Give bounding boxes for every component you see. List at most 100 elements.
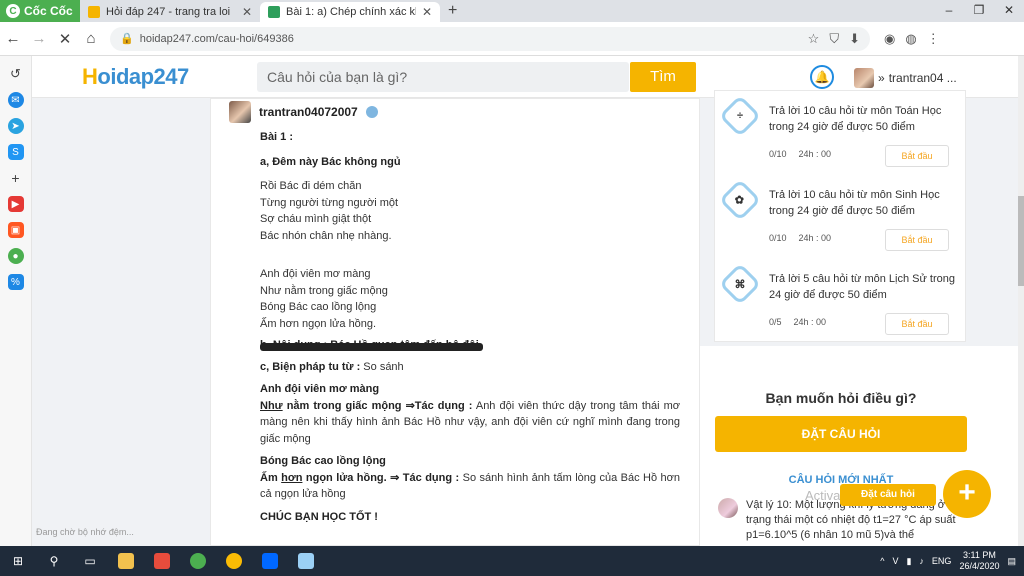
answer-content: Bài 1 : a, Đêm này Bác không ngủ Rồi Bác… xyxy=(260,129,680,525)
notification-bell-icon[interactable]: 🔔 xyxy=(810,65,834,89)
tab-bar: C Cốc Cốc Hỏi đáp 247 - trang tra loi ✕ … xyxy=(0,0,1024,22)
challenge-item: ÷ Trả lời 10 câu hỏi từ môn Toán Học tro… xyxy=(715,94,965,179)
challenge-time: 24h : 00 xyxy=(798,149,832,159)
scrollbar-thumb[interactable] xyxy=(1018,196,1024,286)
close-tab-icon[interactable]: ✕ xyxy=(242,5,252,19)
notification-center-icon[interactable]: ▤ xyxy=(1007,556,1016,567)
ask-question-button[interactable]: ĐẶT CÂU HỎI xyxy=(715,416,967,452)
challenge-time: 24h : 00 xyxy=(798,233,832,243)
add-icon[interactable]: + xyxy=(8,170,24,186)
add-question-fab[interactable]: + xyxy=(943,470,991,518)
answer-line: Bóng Bác cao lồng lộng xyxy=(260,455,386,467)
answer-line: Ấm xyxy=(260,471,282,484)
messenger-icon[interactable]: ✉ xyxy=(7,92,24,108)
address-bar: ← → ✕ ⌂ 🔒 hoidap247.com/cau-hoi/649386 ☆… xyxy=(0,22,1024,56)
status-text: Đang chờ bộ nhớ đệm... xyxy=(36,527,134,537)
extension-icon[interactable]: ◉ xyxy=(884,31,895,47)
volume-icon[interactable]: ♪ xyxy=(919,556,924,566)
answer-line: c, Biện pháp tu từ : xyxy=(260,360,361,373)
close-tab-icon[interactable]: ✕ xyxy=(422,5,432,19)
bookmark-favicon-icon xyxy=(268,6,280,18)
answer-line: Anh đội viên mơ màng xyxy=(260,383,380,395)
biology-icon: ✿ xyxy=(718,178,762,222)
windows-start-icon[interactable]: ⊞ xyxy=(0,546,36,576)
search-input[interactable]: Câu hỏi của bạn là gì? xyxy=(257,62,629,92)
avatar[interactable] xyxy=(229,101,251,123)
math-icon: ÷ xyxy=(718,94,762,138)
shopping-icon[interactable]: ▣ xyxy=(7,222,24,238)
restore-icon[interactable]: ❐ xyxy=(964,0,994,22)
app-icon[interactable] xyxy=(144,546,180,576)
start-button[interactable]: Bắt đầu xyxy=(885,229,949,251)
sale-icon[interactable]: % xyxy=(7,274,24,290)
poem-line: Ấm hơn ngọn lửa hồng. xyxy=(260,317,377,330)
poem-line: Bóng Bác cao lồng lộng xyxy=(260,301,377,313)
forward-icon[interactable]: → xyxy=(26,30,52,47)
telegram-icon[interactable]: ➤ xyxy=(7,118,24,134)
new-tab-icon[interactable]: + xyxy=(440,2,465,22)
game-icon[interactable]: ● xyxy=(7,248,24,264)
struck-line: b, Nội dung : Bác Hồ quan tâm đến bộ đội xyxy=(260,339,479,351)
poem-line: Từng người từng người một xyxy=(260,196,399,209)
history-subject-icon: ⌘ xyxy=(718,262,762,306)
download-icon[interactable]: ⬇ xyxy=(849,31,860,47)
stop-icon[interactable]: ✕ xyxy=(52,30,78,48)
coccoc-app-icon[interactable] xyxy=(180,546,216,576)
browser-sidebar: ↺ ✉ ➤ S + ▶ ▣ ● % xyxy=(0,56,32,546)
challenge-time: 24h : 00 xyxy=(793,317,827,327)
minimize-icon[interactable]: – xyxy=(934,0,964,22)
poem-line: Như nằm trong giấc mộng xyxy=(260,284,388,297)
avatar xyxy=(718,498,738,518)
url-text: hoidap247.com/cau-hoi/649386 xyxy=(139,32,294,45)
site-logo[interactable]: Hoidap247 xyxy=(82,64,189,90)
answer-line: So sánh xyxy=(360,360,404,373)
ask-heading: Bạn muốn hỏi điều gì? xyxy=(765,390,917,406)
chrome-icon[interactable] xyxy=(216,546,252,576)
tab-hoidap[interactable]: Hỏi đáp 247 - trang tra loi ✕ xyxy=(80,2,260,22)
task-view-icon[interactable]: ▭ xyxy=(72,546,108,576)
home-icon[interactable]: ⌂ xyxy=(78,30,104,47)
start-button[interactable]: Bắt đầu xyxy=(885,145,949,167)
chevron-up-icon[interactable]: ^ xyxy=(880,556,884,566)
zalo-icon[interactable] xyxy=(252,546,288,576)
browser-brand[interactable]: C Cốc Cốc xyxy=(0,0,80,22)
system-tray: ^ V ▮ ♪ ENG 3:11 PM 26/4/2020 ▤ xyxy=(880,550,1024,572)
history-icon[interactable]: ↺ xyxy=(8,66,24,82)
url-field[interactable]: 🔒 hoidap247.com/cau-hoi/649386 ☆ ⛉ ⬇ xyxy=(110,26,870,51)
fab-tooltip: Đặt câu hỏi xyxy=(840,484,936,506)
start-button[interactable]: Bắt đầu xyxy=(885,313,949,335)
youtube-icon[interactable]: ▶ xyxy=(7,196,24,212)
file-explorer-icon[interactable] xyxy=(108,546,144,576)
search-icon[interactable]: ⚲ xyxy=(36,546,72,576)
tab-active[interactable]: Bài 1: a) Chép chính xác khổ t ✕ xyxy=(260,2,440,22)
bookmark-star-icon[interactable]: ☆ xyxy=(808,31,820,47)
network-icon[interactable]: ▮ xyxy=(906,556,911,567)
challenge-text: Trả lời 5 câu hỏi từ môn Lịch Sử trong 2… xyxy=(769,273,956,301)
challenge-progress: 0/5 xyxy=(769,317,782,327)
tab-title: Hỏi đáp 247 - trang tra loi xyxy=(106,6,231,18)
author-name[interactable]: trantran04072007 xyxy=(259,105,358,119)
clock[interactable]: 3:11 PM 26/4/2020 xyxy=(959,550,999,572)
paint-icon[interactable] xyxy=(288,546,324,576)
skype-icon[interactable]: S xyxy=(7,144,24,160)
profile-icon[interactable]: ◍ xyxy=(905,31,916,47)
challenge-item: ⌘ Trả lời 5 câu hỏi từ môn Lịch Sử trong… xyxy=(715,262,965,341)
close-window-icon[interactable]: ✕ xyxy=(994,0,1024,22)
answer-line: hơn xyxy=(281,471,303,484)
language-indicator[interactable]: ENG xyxy=(932,556,952,566)
unikey-icon[interactable]: V xyxy=(892,556,898,566)
clock-time: 3:11 PM xyxy=(963,550,996,560)
lock-icon: 🔒 xyxy=(120,33,134,45)
coccoc-logo-icon: C xyxy=(6,4,20,18)
scrollbar[interactable] xyxy=(1018,56,1024,546)
search-button[interactable]: Tìm xyxy=(630,62,696,92)
shield-icon[interactable]: ⛉ xyxy=(829,31,839,47)
menu-icon[interactable]: ⋮ xyxy=(927,31,940,47)
challenge-item: ✿ Trả lời 10 câu hỏi từ môn Sinh Học tro… xyxy=(715,178,965,263)
challenges-panel: ÷ Trả lời 10 câu hỏi từ môn Toán Học tro… xyxy=(714,90,966,342)
answer-line: nằm trong giấc mộng ⇒Tác dụng : xyxy=(282,399,473,412)
back-icon[interactable]: ← xyxy=(0,30,26,47)
user-menu[interactable]: » trantran04 ... xyxy=(854,68,957,88)
avatar xyxy=(854,68,874,88)
clock-date: 26/4/2020 xyxy=(959,561,1000,571)
